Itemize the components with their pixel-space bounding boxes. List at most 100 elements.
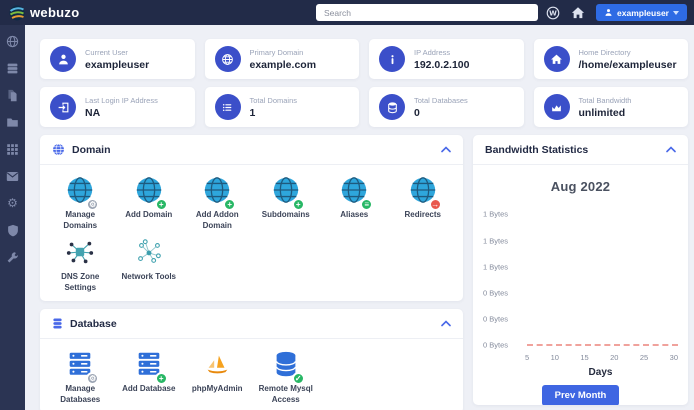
user-icon [50,46,76,72]
stat-value: 0 [414,106,420,119]
home-icon[interactable] [571,6,585,19]
stat-card-home-directory: Home Directory /home/exampleuser [533,39,688,79]
sidebar-item-database-icon[interactable] [6,61,20,75]
tool-manage-domains[interactable]: ⚙ Manage Domains [46,173,115,231]
bandwidth-panel-header: Bandwidth Statistics [473,135,688,165]
x-tick: 25 [639,353,649,362]
plus-badge-icon: + [154,372,168,386]
tool-label: Aliases [340,210,369,219]
tool-dns-zone-settings[interactable]: DNS Zone Settings [46,235,115,293]
stat-card-total-domains: Total Domains 1 [204,87,359,127]
tool-add-domain[interactable]: + Add Domain [115,173,184,231]
tool-label: Subdomains [261,210,310,219]
stat-label: Last Login IP Address [85,95,158,105]
network-tools-icon [134,239,164,271]
database-panel-title: Database [70,317,117,330]
tool-manage-databases[interactable]: ⚙ Manage Databases [46,347,115,405]
tool-label: Redirects [404,210,441,219]
check-badge-icon: ✓ [291,372,305,386]
bandwidth-chart-icon [543,94,570,120]
x-axis-ticks: 5 10 15 20 25 30 [525,353,678,362]
domain-panel-header: Domain [40,135,463,165]
sign-in-icon [50,94,76,120]
domain-tools-grid: ⚙ Manage Domains + Add Domain + Add Addo… [40,165,463,301]
globe-add-icon: + [134,177,168,211]
tool-phpmyadmin[interactable]: phpMyAdmin [183,347,252,405]
tool-label: Manage Databases [60,384,101,404]
collapse-chevron-up-icon[interactable] [441,146,451,153]
left-column: Domain ⚙ Manage Domains + Add Domain + A… [40,135,463,410]
tool-redirects[interactable]: → Redirects [389,173,458,231]
webuzo-logo-icon [9,5,25,20]
server-add-icon: + [134,352,168,386]
sidebar-item-apps-grid-icon[interactable] [6,142,20,156]
stat-value: example.com [249,58,317,71]
sidebar-item-services-gears-icon[interactable]: ⚙ [6,196,20,210]
logo-text: webuzo [30,5,80,20]
domain-panel: Domain ⚙ Manage Domains + Add Domain + A… [40,135,463,302]
stat-value: NA [85,106,101,119]
globe-add-icon: + [202,177,237,211]
webuzo-logo[interactable]: webuzo [0,5,79,21]
y-axis-label: 0 Bytes [483,314,509,324]
home-icon [543,46,570,72]
stat-card-primary-domain: Primary Domain example.com [204,39,359,79]
collapse-chevron-up-icon[interactable] [441,320,451,327]
globe-icon [214,46,241,72]
sidebar-item-security-shield-icon[interactable] [6,223,20,237]
arrow-badge-icon: → [428,198,442,211]
topbar-actions: W exampleuser [546,0,687,25]
x-tick: 20 [610,353,619,362]
tool-aliases[interactable]: ≡ Aliases [320,173,389,231]
tool-label: DNS Zone Settings [61,272,100,292]
stat-label: Total Bandwidth [578,95,632,105]
search-input[interactable] [316,4,538,21]
zero-baseline-dashed [527,344,678,346]
database-tools-grid: ⚙ Manage Databases + Add Database phpMyA… [40,339,463,410]
domain-panel-title: Domain [72,143,111,156]
sidebar-item-email-icon[interactable] [6,169,20,183]
sidebar-item-file-manager-icon[interactable] [6,88,20,102]
wordpress-icon[interactable]: W [546,6,560,20]
stat-value: exampleuser [85,58,150,71]
x-tick: 15 [580,353,589,362]
sidebar-item-folder-icon[interactable] [6,115,20,129]
stat-card-ip-address: IP Address 192.0.2.100 [369,39,524,79]
panels-area: Domain ⚙ Manage Domains + Add Domain + A… [40,135,688,410]
prev-month-button[interactable]: Prev Month [541,385,620,405]
stat-label: Total Databases [414,95,468,105]
tool-add-database[interactable]: + Add Database [115,347,184,405]
tool-network-tools[interactable]: Network Tools [115,235,184,293]
bandwidth-panel-title: Bandwidth Statistics [485,143,589,156]
tool-label: Add Domain [125,210,173,219]
x-tick: 5 [525,353,530,362]
globe-list-icon: ≡ [339,177,374,211]
tool-label: Manage Domains [63,210,98,230]
sidebar-item-tools-wrench-icon[interactable] [6,250,20,264]
user-icon [605,9,612,16]
tool-label: Remote Mysql Access [258,384,313,404]
stat-card-current-user: Current User exampleuser [40,39,195,79]
plus-badge-icon: + [154,198,168,211]
user-menu-button[interactable]: exampleuser [596,4,687,21]
stat-label: Current User [85,47,128,57]
dns-network-icon [65,241,95,271]
x-axis-title: Days [588,367,613,378]
database-panel-header: Database [40,309,463,340]
x-tick: 10 [550,353,559,362]
stat-card-last-login-ip: Last Login IP Address NA [40,87,195,127]
tool-subdomains[interactable]: + Subdomains [252,173,321,231]
svg-text:W: W [549,9,557,17]
tool-remote-mysql-access[interactable]: ✓ Remote Mysql Access [252,347,321,405]
stat-value: 192.0.2.100 [414,58,470,71]
collapse-chevron-up-icon[interactable] [666,146,676,153]
db-check-icon: ✓ [271,352,305,386]
y-axis-label: 1 Bytes [483,236,509,246]
tool-add-addon-domain[interactable]: + Add Addon Domain [183,173,252,231]
topbar: webuzo W exampleuser [0,0,694,25]
database-icon [53,318,62,329]
y-axis-label: 1 Bytes [483,209,509,219]
y-axis-label: 0 Bytes [483,340,509,350]
stat-label: IP Address [414,47,451,57]
sidebar-item-globe-icon[interactable] [6,34,20,48]
